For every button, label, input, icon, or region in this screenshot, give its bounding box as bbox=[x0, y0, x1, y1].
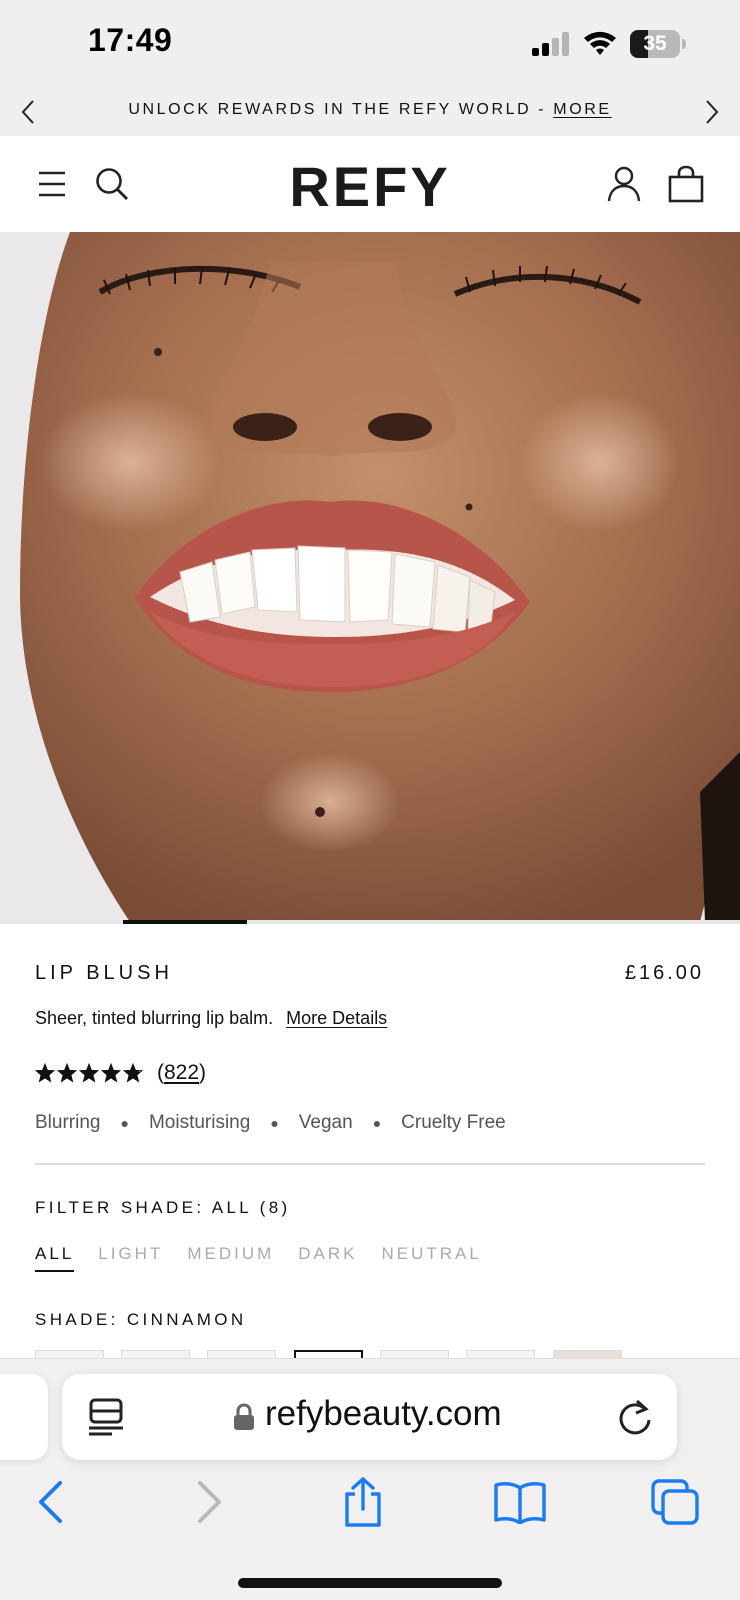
star-icon bbox=[57, 1063, 77, 1083]
battery-icon: 35 bbox=[630, 30, 686, 58]
feature-item: Cruelty Free bbox=[401, 1112, 506, 1133]
feature-separator: ● bbox=[270, 1115, 279, 1131]
star-icon bbox=[35, 1063, 55, 1083]
announcement-bar: UNLOCK REWARDS IN THE REFY WORLD - MORE bbox=[0, 88, 740, 136]
cart-button[interactable] bbox=[664, 162, 708, 206]
star-icon bbox=[123, 1063, 143, 1083]
announcement-text: UNLOCK REWARDS IN THE REFY WORLD - MORE bbox=[80, 101, 660, 119]
address-bar[interactable]: refybeauty.com bbox=[62, 1374, 677, 1460]
tabs-button[interactable] bbox=[645, 1474, 705, 1530]
product-title: LIP BLUSH bbox=[35, 962, 173, 984]
model-lips-photo bbox=[0, 232, 740, 922]
forward-button[interactable] bbox=[180, 1474, 240, 1530]
share-button[interactable] bbox=[333, 1474, 393, 1530]
lock-icon bbox=[234, 1403, 254, 1430]
status-bar: 17:49 35 bbox=[0, 0, 740, 88]
carousel-progress-track bbox=[0, 920, 740, 924]
chevron-right-icon bbox=[198, 1481, 221, 1523]
announcement-next-button[interactable] bbox=[696, 96, 728, 128]
battery-level: 35 bbox=[643, 32, 667, 55]
shade-filter-tabs: ALL LIGHT MEDIUM DARK NEUTRAL bbox=[35, 1244, 482, 1272]
product-rating[interactable]: (822) bbox=[35, 1060, 206, 1086]
previous-tab-preview[interactable] bbox=[0, 1374, 48, 1460]
shopping-bag-icon bbox=[668, 165, 704, 203]
cellular-signal-icon bbox=[532, 32, 569, 56]
feature-separator: ● bbox=[120, 1115, 129, 1131]
feature-separator: ● bbox=[372, 1115, 382, 1131]
star-icon bbox=[79, 1063, 99, 1083]
home-indicator bbox=[238, 1578, 502, 1588]
announcement-message: UNLOCK REWARDS IN THE REFY WORLD - bbox=[128, 101, 547, 118]
announcement-more-link[interactable]: MORE bbox=[553, 101, 611, 118]
announcement-prev-button[interactable] bbox=[12, 96, 44, 128]
wifi-icon bbox=[584, 31, 616, 55]
product-description: Sheer, tinted blurring lip balm. More De… bbox=[35, 1008, 387, 1029]
selected-shade-label: SHADE: CINNAMON bbox=[35, 1310, 247, 1329]
chevron-right-icon bbox=[706, 100, 719, 124]
section-divider bbox=[35, 1163, 705, 1165]
book-icon bbox=[494, 1482, 546, 1524]
filter-tab-dark[interactable]: DARK bbox=[298, 1244, 357, 1272]
site-header: REFY bbox=[0, 136, 740, 232]
chevron-left-icon bbox=[39, 1481, 62, 1523]
user-icon bbox=[607, 166, 641, 202]
product-features: Blurring ● Moisturising ● Vegan ● Cruelt… bbox=[35, 1112, 506, 1134]
filter-tab-light[interactable]: LIGHT bbox=[98, 1244, 163, 1272]
url-text: refybeauty.com bbox=[265, 1394, 502, 1433]
reload-icon[interactable] bbox=[615, 1396, 655, 1438]
carousel-progress-indicator bbox=[123, 920, 247, 924]
more-details-link[interactable]: More Details bbox=[286, 1008, 387, 1028]
chevron-left-icon bbox=[21, 100, 34, 124]
feature-item: Moisturising bbox=[148, 1112, 251, 1133]
tabs-icon bbox=[651, 1479, 699, 1525]
review-count-link[interactable]: (822) bbox=[157, 1061, 206, 1085]
rating-stars bbox=[35, 1063, 143, 1083]
bookmarks-button[interactable] bbox=[490, 1474, 550, 1530]
product-hero-image[interactable] bbox=[0, 232, 740, 922]
filter-tab-medium[interactable]: MEDIUM bbox=[187, 1244, 274, 1272]
filter-shade-label: FILTER SHADE: ALL (8) bbox=[35, 1198, 291, 1217]
status-time: 17:49 bbox=[88, 22, 173, 58]
feature-item: Blurring bbox=[35, 1112, 101, 1133]
product-price: £16.00 bbox=[624, 962, 704, 984]
feature-item: Vegan bbox=[298, 1112, 353, 1133]
review-count: 822 bbox=[164, 1061, 200, 1084]
filter-tab-all[interactable]: ALL bbox=[35, 1244, 75, 1272]
star-icon bbox=[101, 1063, 121, 1083]
account-button[interactable] bbox=[602, 162, 646, 206]
filter-tab-neutral[interactable]: NEUTRAL bbox=[382, 1244, 482, 1272]
page-menu-icon[interactable] bbox=[86, 1397, 126, 1437]
back-button[interactable] bbox=[20, 1474, 80, 1530]
description-text: Sheer, tinted blurring lip balm. bbox=[35, 1008, 274, 1028]
share-icon bbox=[345, 1477, 381, 1527]
